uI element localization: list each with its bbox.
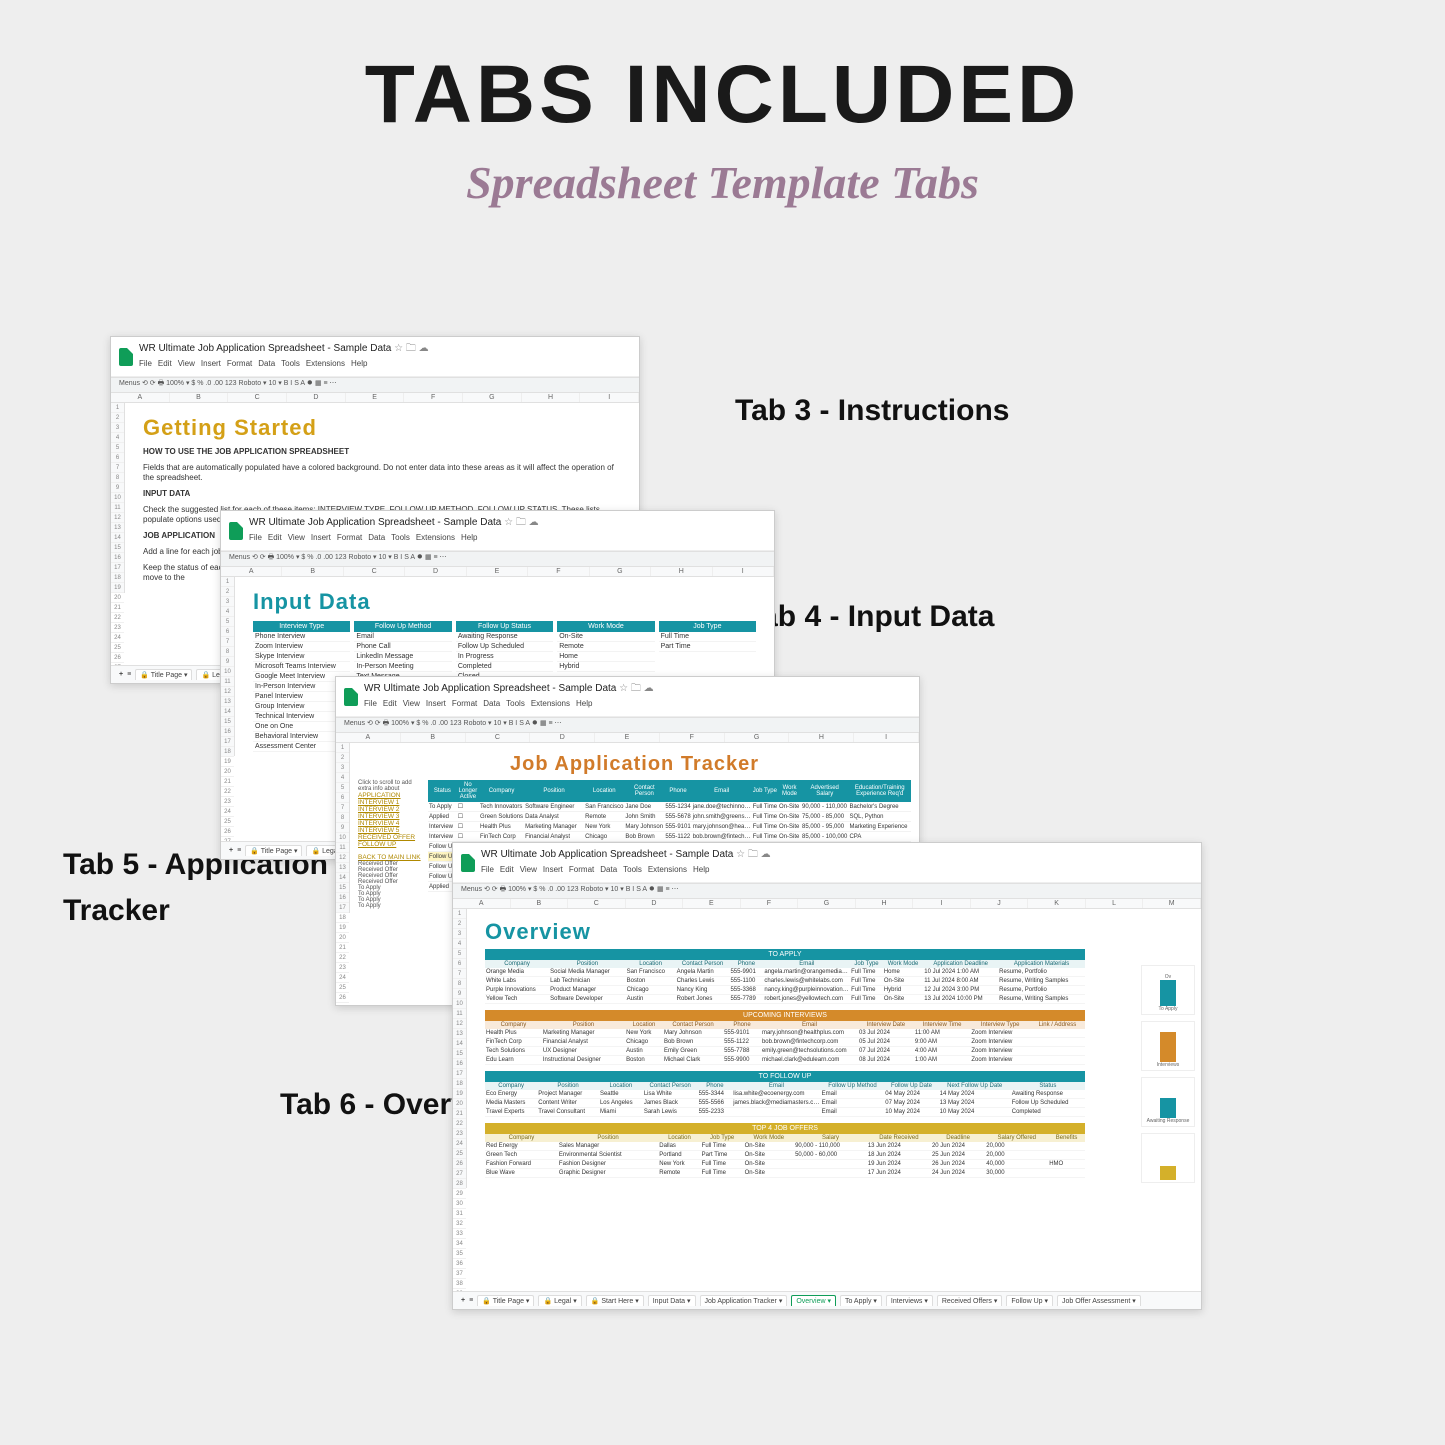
tab-title-page[interactable]: 🔒 Title Page ▾ (477, 1295, 534, 1306)
tab-title-page[interactable]: 🔒 Title Page ▾ (135, 669, 192, 680)
sheets-icon (461, 854, 475, 872)
tab-received-offers[interactable]: Received Offers ▾ (937, 1295, 1003, 1306)
row-numbers: 1234567891011121314151617181920212223242… (111, 403, 125, 593)
chart-to-apply: OvTo Apply (1141, 965, 1195, 1015)
menu-bar[interactable]: FileEditViewInsertFormatDataToolsExtensi… (249, 532, 539, 546)
menu-bar[interactable]: FileEditViewInsertFormatDataToolsExtensi… (481, 864, 771, 878)
sheets-icon (119, 348, 133, 366)
side-links[interactable]: Click to scroll to add extra info aboutA… (358, 780, 428, 909)
mini-charts: OvTo Apply Interviews Awaiting Response (1141, 965, 1195, 1183)
sheets-icon (229, 522, 243, 540)
menu-bar[interactable]: FileEditViewInsertFormatDataToolsExtensi… (139, 358, 429, 372)
tab-strip[interactable]: + ≡ 🔒 Title Page ▾ 🔒 Legal ▾ 🔒 Start Here … (453, 1291, 1201, 1309)
toolbar[interactable]: Menus ⟲ ⟳ 🖶 100% ▾ $ % .0 .00 123 Roboto… (111, 377, 639, 393)
doc-title: WR Ultimate Job Application Spreadsheet … (249, 515, 539, 532)
label-tab4: Tab 4 - Input Data (745, 600, 994, 634)
chart-awaiting: Awaiting Response (1141, 1077, 1195, 1127)
page-title: TABS INCLUDED (0, 0, 1445, 142)
chart-interviews: Interviews (1141, 1021, 1195, 1071)
tab-legal[interactable]: 🔒 Legal ▾ (538, 1295, 581, 1306)
doc-title: WR Ultimate Job Application Spreadsheet … (364, 681, 654, 698)
doc-title: WR Ultimate Job Application Spreadsheet … (481, 847, 771, 864)
row-numbers: 1234567891011121314151617181920212223242… (453, 909, 467, 1188)
add-tab-icon[interactable]: + (229, 847, 233, 854)
all-tabs-icon[interactable]: ≡ (127, 671, 131, 678)
column-headers: ABCDEFGHI (111, 393, 639, 403)
tab-overview[interactable]: Overview ▾ (791, 1295, 836, 1306)
tab-to-apply[interactable]: To Apply ▾ (840, 1295, 882, 1306)
howto-body: Fields that are automatically populated … (133, 463, 631, 489)
tab-input-data[interactable]: Input Data ▾ (648, 1295, 696, 1306)
sheet3-heading: Job Application Tracker (358, 747, 911, 780)
howto-title: HOW TO USE THE JOB APPLICATION SPREADSHE… (143, 447, 349, 456)
input-title: INPUT DATA (143, 489, 190, 498)
doc-title: WR Ultimate Job Application Spreadsheet … (139, 341, 429, 358)
tab-start-here[interactable]: 🔒 Start Here ▾ (586, 1295, 644, 1306)
add-tab-icon[interactable]: + (461, 1297, 465, 1304)
column-headers: ABCDEFGHI (221, 567, 774, 577)
column-headers: ABCDEFGHI (336, 733, 919, 743)
page-subtitle: Spreadsheet Template Tabs (0, 156, 1445, 209)
tab-interviews[interactable]: Interviews ▾ (886, 1295, 933, 1306)
label-tab3: Tab 3 - Instructions (735, 394, 1009, 428)
sheet2-heading: Input Data (243, 581, 766, 621)
toolbar[interactable]: Menus ⟲ ⟳ 🖶 100% ▾ $ % .0 .00 123 Roboto… (221, 551, 774, 567)
sheet1-heading: Getting Started (133, 407, 631, 447)
folder-icon[interactable]: 🗀 (406, 343, 416, 354)
tab-job-offer-assessment[interactable]: Job Offer Assessment ▾ (1057, 1295, 1141, 1306)
sheet-overview: WR Ultimate Job Application Spreadsheet … (452, 842, 1202, 1310)
sheet4-heading: Overview (475, 913, 1193, 949)
column-headers: ABCDEFGHIJKLM (453, 899, 1201, 909)
label-tab5-line2: Tracker (63, 894, 170, 928)
menu-bar[interactable]: FileEditViewInsertFormatDataToolsExtensi… (364, 698, 654, 712)
star-icon[interactable]: ☆ (394, 343, 403, 354)
row-numbers: 1234567891011121314151617181920212223242… (336, 743, 350, 913)
all-tabs-icon[interactable]: ≡ (237, 847, 241, 854)
chart-offers (1141, 1133, 1195, 1183)
job-title: JOB APPLICATION (143, 531, 215, 540)
tab-follow-up[interactable]: Follow Up ▾ (1006, 1295, 1053, 1306)
sheets-icon (344, 688, 358, 706)
tab-title-page[interactable]: 🔒 Title Page ▾ (245, 845, 302, 856)
row-numbers: 1234567891011121314151617181920212223242… (221, 577, 235, 756)
tab-job-application-tracker[interactable]: Job Application Tracker ▾ (700, 1295, 788, 1306)
cloud-icon[interactable]: ☁ (419, 343, 429, 354)
toolbar[interactable]: Menus ⟲ ⟳ 🖶 100% ▾ $ % .0 .00 123 Roboto… (453, 883, 1201, 899)
add-tab-icon[interactable]: + (119, 671, 123, 678)
all-tabs-icon[interactable]: ≡ (469, 1297, 473, 1304)
toolbar[interactable]: Menus ⟲ ⟳ 🖶 100% ▾ $ % .0 .00 123 Roboto… (336, 717, 919, 733)
